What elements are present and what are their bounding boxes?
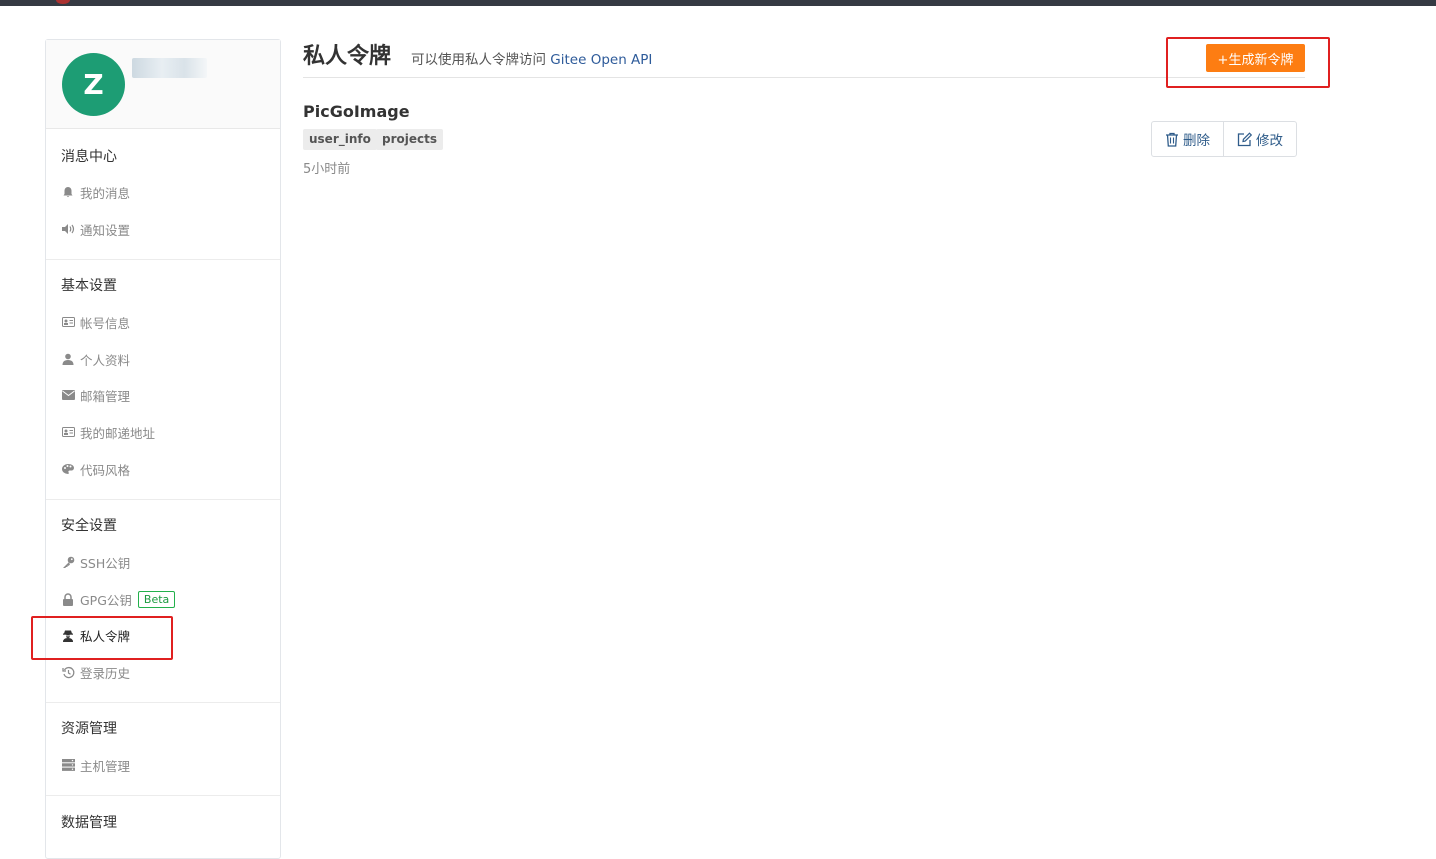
server-icon <box>61 758 75 772</box>
page-subtitle: 可以使用私人令牌访问 Gitee Open API <box>411 48 652 68</box>
sidebar-item-code-style[interactable]: 代码风格 <box>61 458 130 480</box>
edit-token-button[interactable]: 修改 <box>1223 122 1296 156</box>
sidebar-item-profile[interactable]: 个人资料 <box>61 348 130 370</box>
sidebar-item-notification-settings[interactable]: 通知设置 <box>61 218 130 240</box>
section-title-message-center: 消息中心 <box>61 149 117 165</box>
section-divider <box>46 795 280 796</box>
sidebar-item-my-messages[interactable]: 我的消息 <box>61 181 130 203</box>
highlight-box-generate-button <box>1166 37 1330 88</box>
sidebar-item-label: GPG公钥 <box>80 592 132 608</box>
sidebar-item-ssh-keys[interactable]: SSH公钥 <box>61 551 130 573</box>
title-divider <box>303 77 1305 78</box>
token-name: PicGoImage <box>303 102 410 121</box>
section-divider <box>46 499 280 500</box>
section-title-data-management: 数据管理 <box>61 815 117 831</box>
sidebar-item-label: 代码风格 <box>80 462 131 478</box>
scope-tag: user_info <box>303 129 377 150</box>
token-actions: 删除 修改 <box>1151 121 1297 157</box>
edit-icon <box>1237 131 1252 146</box>
sidebar-item-host-management[interactable]: 主机管理 <box>61 754 130 776</box>
palette-icon <box>61 462 75 476</box>
avatar[interactable]: Z <box>62 53 125 116</box>
sidebar-item-label: 主机管理 <box>80 758 131 774</box>
profile-header: Z <box>46 40 280 129</box>
mail-icon <box>61 388 75 402</box>
key-icon <box>61 555 75 569</box>
volume-icon <box>61 222 75 236</box>
sidebar-item-login-history[interactable]: 登录历史 <box>61 661 130 683</box>
sidebar-item-gpg-keys[interactable]: GPG公钥 Beta <box>61 588 176 610</box>
logo-fragment <box>56 0 70 4</box>
sidebar-item-label: 我的邮递地址 <box>80 425 156 441</box>
edit-label: 修改 <box>1256 133 1283 149</box>
id-card-icon <box>61 315 75 329</box>
beta-badge: Beta <box>137 590 176 608</box>
sidebar-item-account-info[interactable]: 帐号信息 <box>61 311 130 333</box>
sidebar-item-label: 邮箱管理 <box>80 388 131 404</box>
settings-sidebar: Z 消息中心 我的消息 通知设置 基本设置 帐号信息 个人资料 邮箱管理 我的邮… <box>45 39 281 859</box>
sidebar-item-label: 通知设置 <box>80 222 131 238</box>
sidebar-item-label: 帐号信息 <box>80 315 131 331</box>
address-card-icon <box>61 425 75 439</box>
delete-token-button[interactable]: 删除 <box>1152 122 1223 156</box>
highlight-box-private-tokens <box>31 616 173 660</box>
sidebar-item-mailing-address[interactable]: 我的邮递地址 <box>61 421 155 443</box>
trash-icon <box>1166 132 1178 147</box>
delete-label: 删除 <box>1183 133 1210 149</box>
scope-tag: projects <box>376 129 443 150</box>
gitee-open-api-link[interactable]: Gitee Open API <box>550 52 652 68</box>
lock-icon <box>61 592 75 606</box>
section-divider <box>46 259 280 260</box>
history-icon <box>61 665 75 679</box>
sidebar-item-label: SSH公钥 <box>80 555 131 571</box>
sidebar-item-label: 个人资料 <box>80 352 131 368</box>
section-title-security-settings: 安全设置 <box>61 518 117 534</box>
sidebar-item-label: 我的消息 <box>80 185 131 201</box>
section-title-resource-management: 资源管理 <box>61 721 117 737</box>
section-divider <box>46 702 280 703</box>
bell-icon <box>61 185 75 199</box>
page-title: 私人令牌 <box>303 44 392 69</box>
top-nav-bar <box>0 0 1436 6</box>
user-icon <box>61 352 75 366</box>
sidebar-item-label: 登录历史 <box>80 665 131 681</box>
sidebar-item-email-management[interactable]: 邮箱管理 <box>61 384 130 406</box>
subtitle-text: 可以使用私人令牌访问 <box>411 52 551 68</box>
blurred-username <box>132 58 207 78</box>
token-created-time: 5小时前 <box>303 162 351 177</box>
section-title-basic-settings: 基本设置 <box>61 278 117 294</box>
